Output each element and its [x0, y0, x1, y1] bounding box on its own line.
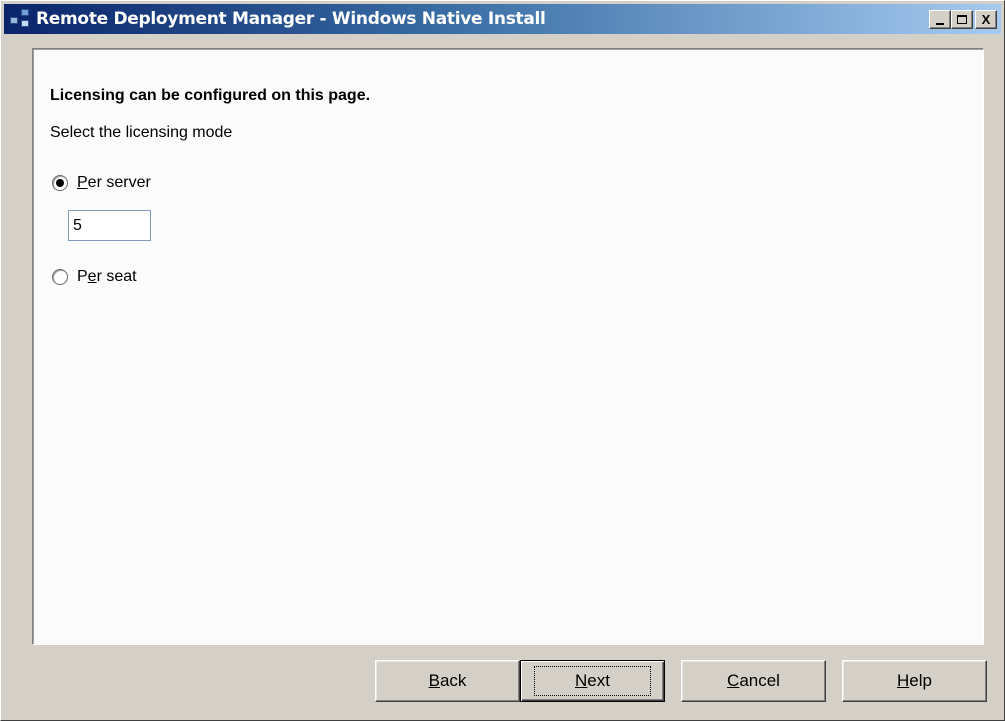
content-panel: Licensing can be configured on this page… — [32, 48, 984, 645]
next-button-label: Next — [534, 666, 651, 696]
minimize-icon — [936, 22, 944, 25]
help-button[interactable]: Help — [842, 660, 987, 702]
help-button-label: Help — [897, 671, 932, 690]
per-server-label[interactable]: Per server — [77, 174, 151, 192]
title-bar[interactable]: Remote Deployment Manager - Windows Nati… — [4, 4, 1001, 34]
app-window: Remote Deployment Manager - Windows Nati… — [0, 0, 1005, 721]
radio-selected-dot — [56, 179, 64, 187]
minimize-button[interactable] — [929, 10, 951, 29]
window-title: Remote Deployment Manager - Windows Nati… — [36, 9, 546, 29]
back-button[interactable]: Back — [375, 660, 520, 702]
next-button[interactable]: Next — [520, 660, 665, 702]
app-network-icon[interactable] — [10, 8, 32, 30]
page-heading: Licensing can be configured on this page… — [50, 87, 371, 104]
license-count-input[interactable]: 5 — [68, 210, 151, 241]
close-button[interactable]: X — [975, 10, 997, 29]
cancel-button-label: Cancel — [727, 671, 780, 690]
per-server-option[interactable]: Per server — [52, 174, 151, 192]
cancel-button[interactable]: Cancel — [681, 660, 826, 702]
window-controls: X — [929, 10, 997, 29]
close-icon: X — [981, 12, 991, 27]
maximize-icon — [957, 15, 967, 24]
per-seat-option[interactable]: Per seat — [52, 268, 137, 286]
back-button-label: Back — [428, 671, 467, 690]
per-seat-radio[interactable] — [52, 269, 68, 285]
licensing-mode-label: Select the licensing mode — [50, 124, 233, 141]
per-server-radio[interactable] — [52, 175, 68, 191]
maximize-button[interactable] — [951, 10, 973, 29]
per-seat-label[interactable]: Per seat — [77, 268, 137, 286]
